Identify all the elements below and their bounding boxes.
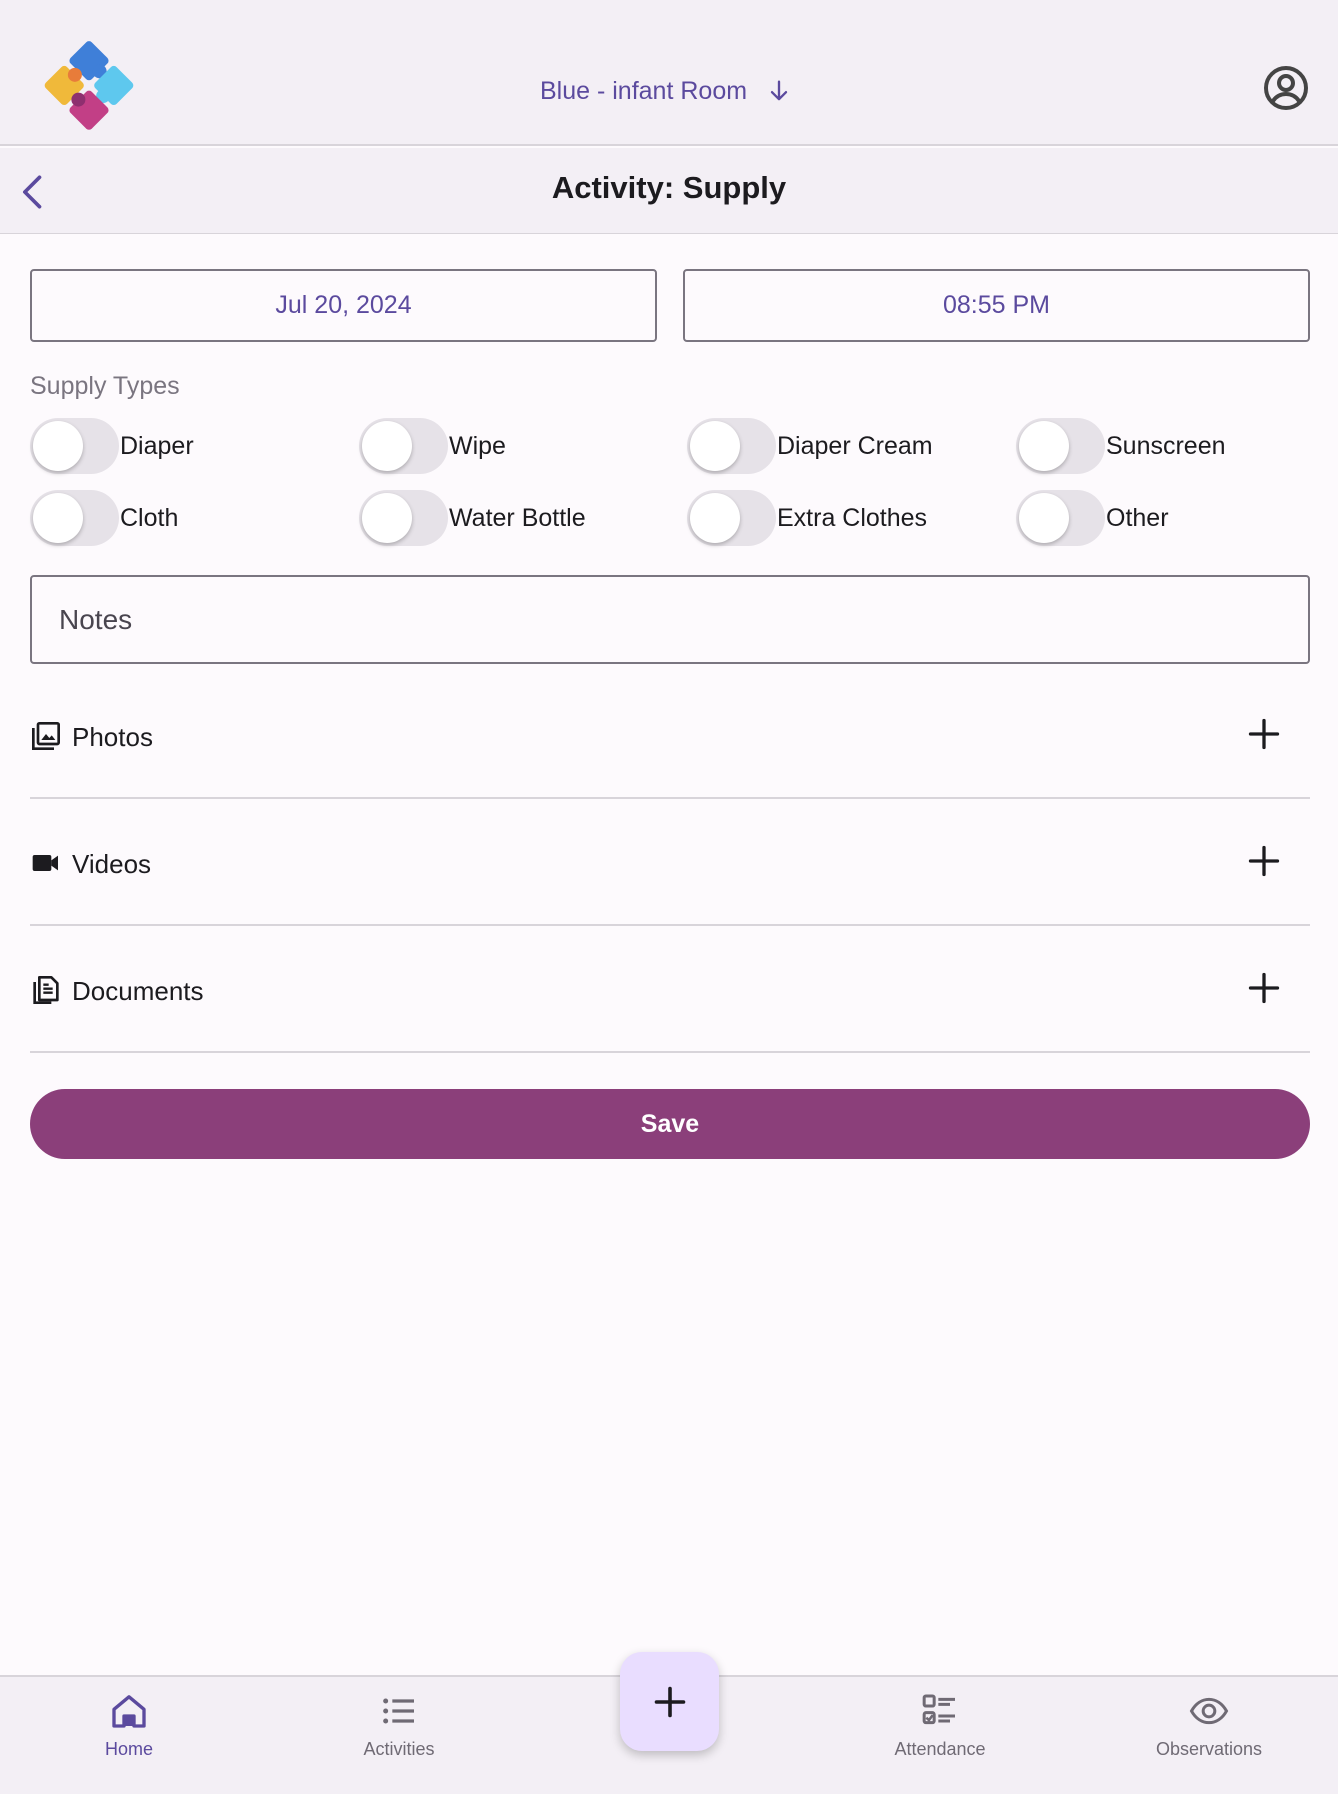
toggle-switch[interactable]	[687, 490, 776, 546]
switch-cloth[interactable]: Cloth	[30, 490, 178, 546]
documents-row: Documents	[30, 926, 1310, 1053]
nav-label-activities: Activities	[363, 1739, 435, 1759]
toggle-switch[interactable]	[687, 418, 776, 474]
puzzle-logo	[44, 41, 134, 130]
nav-label-attendance: Attendance	[894, 1739, 986, 1759]
toggle-switch[interactable]	[1016, 490, 1105, 546]
nav-label-home: Home	[104, 1739, 153, 1759]
list-icon	[383, 1698, 414, 1724]
checklist-icon	[922, 1694, 955, 1725]
switch-label: Extra Clothes	[777, 503, 928, 532]
page-title: Activity: Supply	[551, 170, 787, 205]
nav-label-observations: Observations	[1155, 1739, 1263, 1759]
switch-knob	[1019, 421, 1069, 471]
add-video-plus-icon[interactable]	[1246, 843, 1282, 879]
switch-label: Water Bottle	[449, 503, 586, 532]
switch-knob	[362, 493, 412, 543]
documents-label: Documents	[72, 976, 204, 1006]
time-picker-button[interactable]: 08:55 PM	[683, 269, 1310, 342]
switch-knob	[33, 493, 83, 543]
eye-icon	[1189, 1697, 1229, 1725]
toggle-switch[interactable]	[359, 418, 448, 474]
switch-label: Diaper Cream	[777, 431, 933, 460]
switch-knob	[1019, 493, 1069, 543]
date-picker-button[interactable]: Jul 20, 2024	[30, 269, 657, 342]
photos-row: Photos	[30, 672, 1310, 799]
nav-item-home[interactable]: Home	[29, 1691, 229, 1781]
nav-item-activities[interactable]: Activities	[299, 1691, 499, 1781]
account-circle-icon[interactable]	[1262, 64, 1310, 112]
add-document-plus-icon[interactable]	[1246, 970, 1282, 1006]
switch-other[interactable]: Other	[1016, 490, 1169, 546]
toggle-switch[interactable]	[30, 418, 119, 474]
switch-label: Sunscreen	[1106, 431, 1226, 460]
switch-knob	[690, 421, 740, 471]
switch-sunscreen[interactable]: Sunscreen	[1016, 418, 1226, 474]
switch-knob	[33, 421, 83, 471]
arrow-down-icon	[770, 80, 788, 101]
supply-types-label: Supply Types	[30, 372, 180, 400]
switch-wipe[interactable]: Wipe	[359, 418, 506, 474]
document-icon	[33, 976, 59, 1004]
videos-label: Videos	[72, 849, 152, 879]
videos-row: Videos	[30, 799, 1310, 926]
switch-label: Diaper	[120, 431, 194, 460]
app-root: Blue - infant Room Activity: Supply Jul …	[0, 0, 1338, 1794]
switch-label: Other	[1106, 503, 1169, 532]
add-fab-button[interactable]	[620, 1652, 719, 1751]
switch-label: Cloth	[120, 503, 179, 532]
top-app-bar: Blue - infant Room	[0, 0, 1338, 146]
switch-knob	[690, 493, 740, 543]
toggle-switch[interactable]	[1016, 418, 1105, 474]
toggle-switch[interactable]	[359, 490, 448, 546]
plus-icon	[654, 1686, 685, 1717]
home-icon	[112, 1695, 146, 1728]
notes-field[interactable]	[30, 575, 1310, 664]
room-selector[interactable]: Blue - infant Room	[540, 70, 793, 112]
switch-knob	[362, 421, 412, 471]
videocam-icon	[32, 855, 58, 871]
switch-label: Wipe	[449, 431, 506, 460]
room-name: Blue - infant Room	[540, 76, 748, 105]
photo-library-icon	[32, 722, 60, 750]
switch-water-bottle[interactable]: Water Bottle	[359, 490, 586, 546]
nav-item-attendance[interactable]: Attendance	[840, 1691, 1040, 1781]
page-header: Activity: Supply	[0, 148, 1338, 234]
switch-diaper[interactable]: Diaper	[30, 418, 194, 474]
nav-item-observations[interactable]: Observations	[1109, 1691, 1309, 1781]
switch-extra-clothes[interactable]: Extra Clothes	[687, 490, 927, 546]
save-button[interactable]: Save	[30, 1089, 1310, 1159]
switch-diaper-cream[interactable]: Diaper Cream	[687, 418, 933, 474]
toggle-switch[interactable]	[30, 490, 119, 546]
add-photo-plus-icon[interactable]	[1246, 716, 1282, 752]
photos-label: Photos	[72, 722, 153, 752]
